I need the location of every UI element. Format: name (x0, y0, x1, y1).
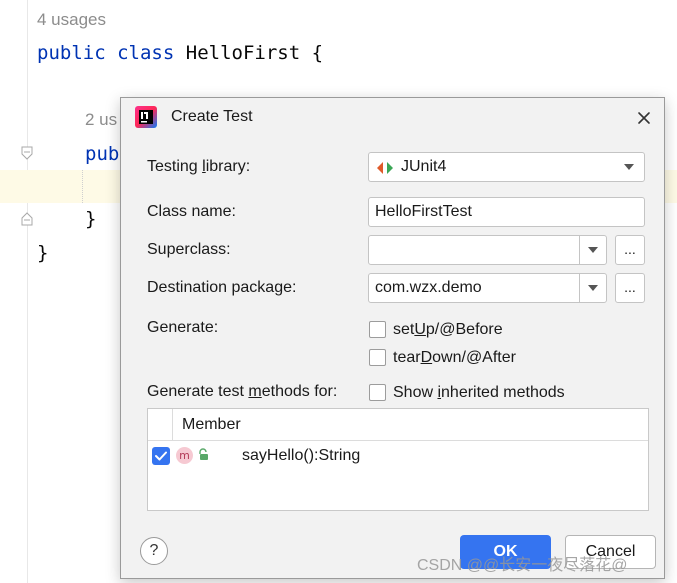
chevron-down-icon[interactable] (616, 153, 642, 181)
class-name: HelloFirst { (185, 42, 324, 64)
keyword-public: public (37, 42, 106, 64)
dialog-title: Create Test (171, 108, 253, 125)
unlock-icon (197, 448, 211, 462)
member-name: sayHello():String (242, 447, 361, 464)
help-button[interactable]: ? (140, 537, 168, 565)
teardown-checkbox-label[interactable]: tearDown/@After (393, 349, 516, 367)
usages-hint[interactable]: 4 usages (37, 10, 106, 30)
superclass-label: Superclass: (147, 241, 231, 258)
destination-package-label: Destination package: (147, 279, 297, 296)
table-row[interactable]: m sayHello():String (148, 442, 648, 472)
keyword-public-method: pub (85, 143, 120, 165)
keyword-class: class (117, 42, 175, 64)
method-close-brace: } (85, 208, 97, 230)
testing-library-label: Testing library: (147, 158, 251, 175)
testing-library-select[interactable]: JUnit4 (368, 152, 645, 182)
testing-library-value: JUnit4 (401, 158, 447, 175)
junit-icon (377, 161, 393, 174)
class-name-label: Class name: (147, 203, 236, 220)
superclass-select[interactable] (368, 235, 607, 265)
setup-checkbox[interactable] (369, 321, 386, 338)
close-icon[interactable] (631, 105, 657, 131)
members-table[interactable]: Member m sayHello():String (147, 408, 649, 511)
row-checkbox[interactable] (152, 447, 170, 465)
watermark: CSDN @@长安一夜尽落花@ (417, 557, 628, 574)
usages-hint-inner[interactable]: 2 us (85, 110, 117, 130)
show-inherited-checkbox-label[interactable]: Show inherited methods (393, 384, 565, 402)
teardown-checkbox[interactable] (369, 349, 386, 366)
show-inherited-checkbox[interactable] (369, 384, 386, 401)
class-name-input[interactable] (368, 197, 645, 227)
dialog-title-bar[interactable]: Create Test (121, 98, 664, 136)
editor-gutter (0, 0, 28, 583)
method-badge-icon: m (176, 447, 193, 464)
chevron-down-icon[interactable] (580, 236, 606, 264)
generate-label: Generate: (147, 319, 219, 336)
indent-guide (82, 170, 83, 203)
create-test-dialog: Create Test Testing library: JUnit4 Clas… (120, 97, 665, 579)
table-header: Member (148, 409, 648, 441)
class-close-brace: } (37, 242, 49, 264)
checkmark-icon (155, 451, 167, 461)
superclass-browse-button[interactable]: ... (615, 235, 645, 265)
fold-marker-icon[interactable] (21, 212, 33, 226)
column-separator (172, 409, 173, 441)
destination-package-value: com.wzx.demo (375, 279, 482, 296)
destination-package-select[interactable]: com.wzx.demo (368, 273, 607, 303)
generate-methods-label: Generate test methods for: (147, 383, 338, 400)
method-declaration-line: pub (85, 143, 119, 165)
fold-marker-icon[interactable] (21, 146, 33, 160)
setup-checkbox-label[interactable]: setUp/@Before (393, 321, 503, 339)
chevron-down-icon[interactable] (580, 274, 606, 302)
column-header-member[interactable]: Member (182, 416, 241, 434)
destination-package-browse-button[interactable]: ... (615, 273, 645, 303)
class-declaration-line: public class HelloFirst { (37, 42, 323, 64)
intellij-app-icon (135, 106, 157, 128)
